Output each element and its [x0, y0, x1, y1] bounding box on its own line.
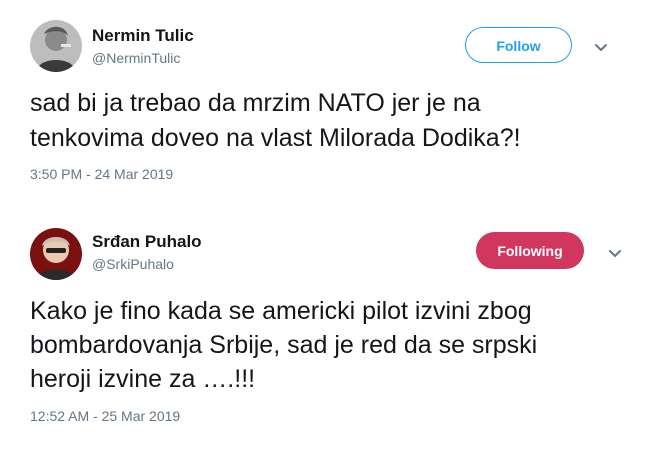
tweet-timestamp[interactable]: 3:50 PM - 24 Mar 2019 — [30, 166, 173, 182]
following-button[interactable]: Following — [476, 232, 584, 269]
chevron-down-icon[interactable] — [593, 42, 609, 54]
tweet: Nermin Tulic @NerminTulic Follow sad bi … — [0, 0, 661, 206]
author-name[interactable]: Srđan Puhalo — [92, 232, 202, 252]
tweet-text-line: heroji izvine za ….!!! — [30, 365, 256, 393]
author-handle[interactable]: @NerminTulic — [92, 50, 180, 66]
author-name[interactable]: Nermin Tulic — [92, 26, 194, 46]
tweet-text-line: sad bi ja trebao da mrzim NATO jer je na — [30, 89, 481, 117]
avatar[interactable] — [30, 20, 82, 72]
tweet-text: Kako je fino kada se americki pilot izvi… — [30, 294, 640, 396]
chevron-down-icon[interactable] — [607, 248, 623, 260]
tweet-text-line: Kako je fino kada se americki pilot izvi… — [30, 297, 532, 325]
avatar[interactable] — [30, 228, 82, 280]
avatar-image — [30, 20, 82, 72]
tweet-text: sad bi ja trebao da mrzim NATO jer je na… — [30, 86, 640, 156]
tweet-text-line: bombardovanja Srbije, sad je red da se s… — [30, 331, 538, 359]
avatar-image — [30, 228, 82, 280]
author-handle[interactable]: @SrkiPuhalo — [92, 256, 174, 272]
tweet-text-line: tenkovima doveo na vlast Milorada Dodika… — [30, 124, 521, 152]
tweet-timestamp[interactable]: 12:52 AM - 25 Mar 2019 — [30, 408, 180, 424]
tweet: Srđan Puhalo @SrkiPuhalo Following Kako … — [0, 206, 661, 456]
follow-button[interactable]: Follow — [465, 27, 572, 63]
